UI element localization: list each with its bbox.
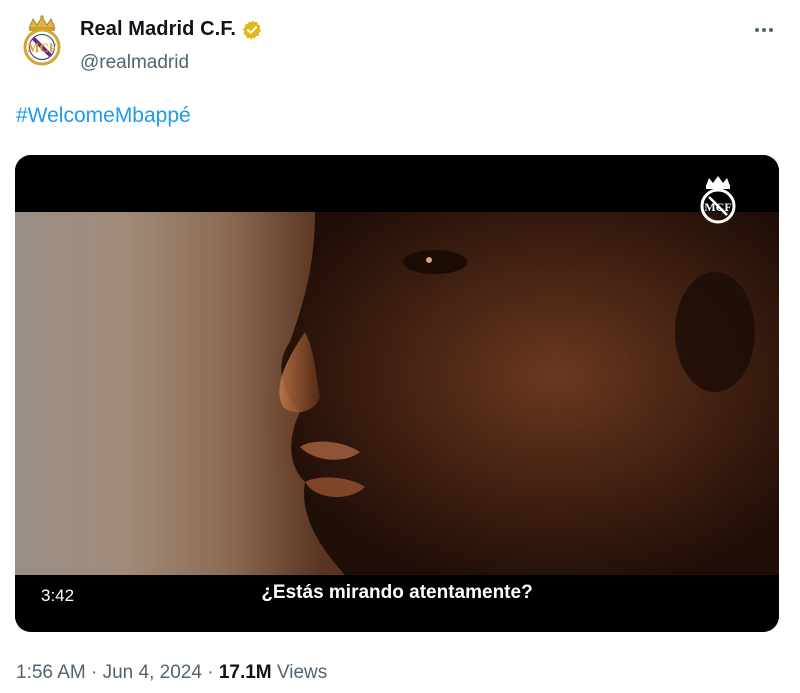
views-label: Views <box>276 662 328 683</box>
svg-text:MCF: MCF <box>27 40 57 55</box>
video-still-face <box>279 212 779 575</box>
hashtag-link[interactable]: #WelcomeMbappé <box>16 104 191 127</box>
handle[interactable]: @realmadrid <box>80 52 189 74</box>
avatar[interactable]: MCF <box>18 15 66 66</box>
tweet-text: #WelcomeMbappé <box>16 104 191 128</box>
real-madrid-crest-overlay-icon: MCF <box>700 176 736 224</box>
meta-separator: · <box>207 662 214 683</box>
verified-badge-icon <box>243 19 262 40</box>
meta-separator: · <box>91 662 98 683</box>
tweet-meta: 1:56 AM · Jun 4, 2024 · 17.1M Views <box>16 662 327 684</box>
tweet-header: MCF Real Madrid C.F. @realmadrid <box>0 0 800 95</box>
video-player[interactable]: MCF 3:42 ¿Estás mirando atentamente? <box>15 155 779 632</box>
video-subtitle: ¿Estás mirando atentamente? <box>261 582 533 603</box>
letterbox-top <box>15 155 779 212</box>
tweet-time[interactable]: 1:56 AM <box>16 662 86 683</box>
display-name[interactable]: Real Madrid C.F. <box>80 18 236 41</box>
views-count[interactable]: 17.1M <box>219 662 272 683</box>
more-horizontal-icon[interactable] <box>750 20 778 40</box>
svg-text:MCF: MCF <box>704 200 731 214</box>
real-madrid-crest-icon: MCF <box>23 15 61 66</box>
video-frame <box>15 212 779 575</box>
tweet-date[interactable]: Jun 4, 2024 <box>103 662 202 683</box>
